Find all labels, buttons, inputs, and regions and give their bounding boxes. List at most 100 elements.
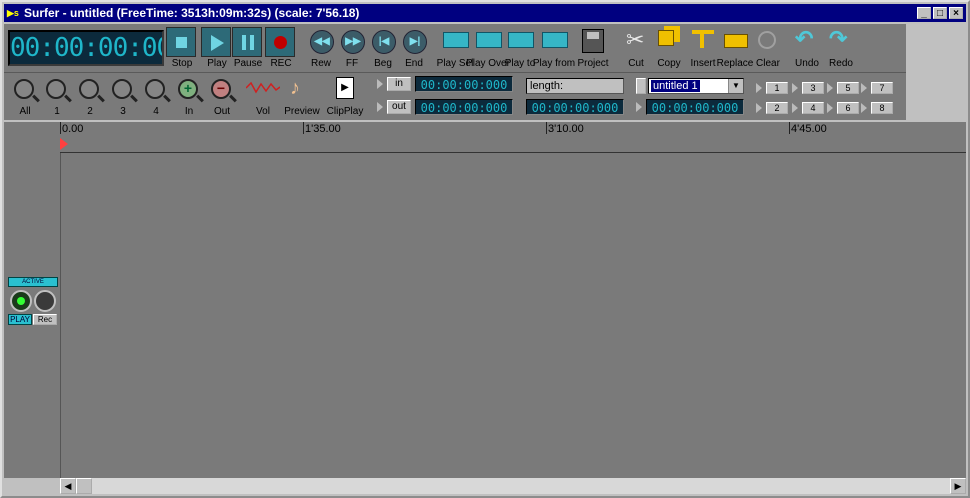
mem-arrow-icon[interactable] bbox=[827, 103, 833, 113]
zoom-out-button[interactable]: − Out bbox=[209, 73, 235, 120]
record-icon bbox=[274, 36, 287, 49]
magnifier-icon bbox=[14, 79, 34, 99]
clipplay-button[interactable]: ▶ ClipPlay bbox=[327, 73, 363, 120]
set-in-button[interactable]: in bbox=[387, 77, 411, 91]
track-arrow-icon[interactable] bbox=[636, 102, 642, 112]
ruler-label: 3'10.00 bbox=[548, 123, 584, 135]
toolbar-main: 00:00:00:000 Stop Play Pause REC ◀◀ Rew … bbox=[4, 24, 906, 73]
ear-icon: ♪ bbox=[290, 77, 300, 99]
waveform-icon bbox=[246, 81, 280, 94]
length-label: length: bbox=[526, 78, 624, 94]
in-time: 00:00:00:000 bbox=[415, 76, 513, 92]
play-from-icon bbox=[542, 32, 568, 48]
go-to-end-icon: ▶| bbox=[403, 30, 427, 54]
memory-button-6[interactable]: 6 bbox=[837, 102, 859, 114]
window-title: Surfer - untitled (FreeTime: 3513h:09m:3… bbox=[24, 6, 360, 20]
volume-button[interactable]: Vol bbox=[246, 73, 280, 120]
play-selection-icon bbox=[443, 32, 469, 48]
replace-icon bbox=[724, 34, 748, 48]
app-icon[interactable]: ▶s bbox=[7, 7, 20, 19]
clear-button[interactable]: Clear bbox=[756, 24, 780, 72]
go-to-end-button[interactable]: ▶| End bbox=[401, 24, 427, 72]
main-window: ▶s Surfer - untitled (FreeTime: 3513h:09… bbox=[0, 0, 970, 498]
insert-icon bbox=[692, 30, 714, 48]
zoom-out-icon: − bbox=[211, 79, 231, 99]
memory-button-7[interactable]: 7 bbox=[871, 82, 893, 94]
mem-arrow-icon[interactable] bbox=[756, 103, 762, 113]
fast-forward-icon: ▶▶ bbox=[341, 30, 365, 54]
maximize-button[interactable]: □ bbox=[933, 7, 947, 19]
memory-button-1[interactable]: 1 bbox=[766, 82, 788, 94]
out-arrow-icon[interactable] bbox=[377, 102, 383, 112]
mem-arrow-icon[interactable] bbox=[792, 103, 798, 113]
timeline-ruler[interactable]: 0.00 1'35.00 3'10.00 4'45.00 bbox=[60, 122, 966, 153]
copy-icon bbox=[658, 30, 674, 46]
mem-arrow-icon[interactable] bbox=[861, 83, 867, 93]
length-time: 00:00:00:000 bbox=[526, 99, 624, 115]
stop-icon bbox=[176, 37, 187, 48]
track-rec-toggle[interactable]: Rec bbox=[33, 314, 57, 325]
magnifier-icon bbox=[112, 79, 132, 99]
undo-icon: ↶ bbox=[795, 26, 814, 51]
undo-button[interactable]: ↶ Undo bbox=[795, 24, 819, 72]
pause-icon bbox=[242, 35, 246, 50]
crosshair-icon bbox=[758, 31, 776, 49]
toolbar-spacer bbox=[906, 24, 966, 120]
horizontal-scrollbar[interactable]: ◀ ▶ bbox=[60, 478, 966, 494]
play-over-icon bbox=[476, 32, 502, 48]
scissors-icon: ✂ bbox=[626, 27, 645, 52]
track-panel: ACTIVE PLAY Rec bbox=[4, 122, 61, 478]
close-button[interactable]: × bbox=[949, 7, 963, 19]
scroll-right-button[interactable]: ▶ bbox=[950, 478, 966, 494]
rewind-icon: ◀◀ bbox=[310, 30, 334, 54]
play-from-button[interactable]: Play from bbox=[533, 24, 575, 72]
cut-button[interactable]: ✂ Cut bbox=[624, 24, 648, 72]
memory-button-4[interactable]: 4 bbox=[802, 102, 824, 114]
magnifier-icon bbox=[145, 79, 165, 99]
mem-arrow-icon[interactable] bbox=[861, 103, 867, 113]
track-area[interactable] bbox=[61, 153, 966, 478]
memory-button-3[interactable]: 3 bbox=[802, 82, 824, 94]
go-to-beginning-icon: |◀ bbox=[372, 30, 396, 54]
preview-button[interactable]: ♪ Preview bbox=[284, 73, 320, 120]
clip-icon: ▶ bbox=[336, 77, 354, 99]
copy-button[interactable]: Copy bbox=[656, 24, 682, 72]
mem-arrow-icon[interactable] bbox=[827, 83, 833, 93]
minimize-button[interactable]: _ bbox=[917, 7, 931, 19]
toolbar-secondary: All 1 2 3 4 + In − Out Vol ♪ Preview ▶ C… bbox=[4, 73, 906, 120]
memory-button-2[interactable]: 2 bbox=[766, 102, 788, 114]
track-play-toggle[interactable]: PLAY bbox=[8, 314, 32, 325]
play-to-icon bbox=[508, 32, 534, 48]
magnifier-icon bbox=[46, 79, 66, 99]
memory-button-8[interactable]: 8 bbox=[871, 102, 893, 114]
memory-button-5[interactable]: 5 bbox=[837, 82, 859, 94]
track-active-badge[interactable]: ACTIVE bbox=[8, 277, 58, 287]
mem-arrow-icon[interactable] bbox=[792, 83, 798, 93]
record-button[interactable]: REC bbox=[265, 24, 297, 72]
magnifier-icon bbox=[79, 79, 99, 99]
redo-button[interactable]: ↷ Redo bbox=[829, 24, 853, 72]
floppy-disk-icon bbox=[582, 29, 604, 53]
track-select[interactable]: untitled 1 ▼ bbox=[648, 78, 744, 94]
project-button[interactable]: Project bbox=[577, 24, 609, 72]
track-select-handle[interactable] bbox=[636, 78, 646, 94]
title-bar: ▶s Surfer - untitled (FreeTime: 3513h:09… bbox=[4, 4, 966, 22]
redo-icon: ↷ bbox=[829, 26, 848, 51]
zoom-in-icon: + bbox=[178, 79, 198, 99]
play-icon bbox=[211, 35, 224, 51]
playhead-marker-icon[interactable] bbox=[60, 138, 68, 150]
scroll-thumb[interactable] bbox=[76, 478, 92, 494]
replace-button[interactable]: Replace bbox=[717, 24, 753, 72]
chevron-down-icon[interactable]: ▼ bbox=[728, 79, 743, 93]
ruler-label: 1'35.00 bbox=[305, 123, 341, 135]
ruler-label: 0.00 bbox=[62, 123, 84, 135]
time-counter: 00:00:00:000 bbox=[8, 30, 164, 66]
track-time: 00:00:00:000 bbox=[646, 99, 744, 115]
out-time: 00:00:00:000 bbox=[415, 99, 513, 115]
scroll-left-button[interactable]: ◀ bbox=[60, 478, 76, 494]
in-arrow-icon[interactable] bbox=[377, 79, 383, 89]
set-out-button[interactable]: out bbox=[387, 100, 411, 114]
play-led-icon[interactable] bbox=[10, 290, 32, 312]
record-led-icon[interactable] bbox=[34, 290, 56, 312]
mem-arrow-icon[interactable] bbox=[756, 83, 762, 93]
